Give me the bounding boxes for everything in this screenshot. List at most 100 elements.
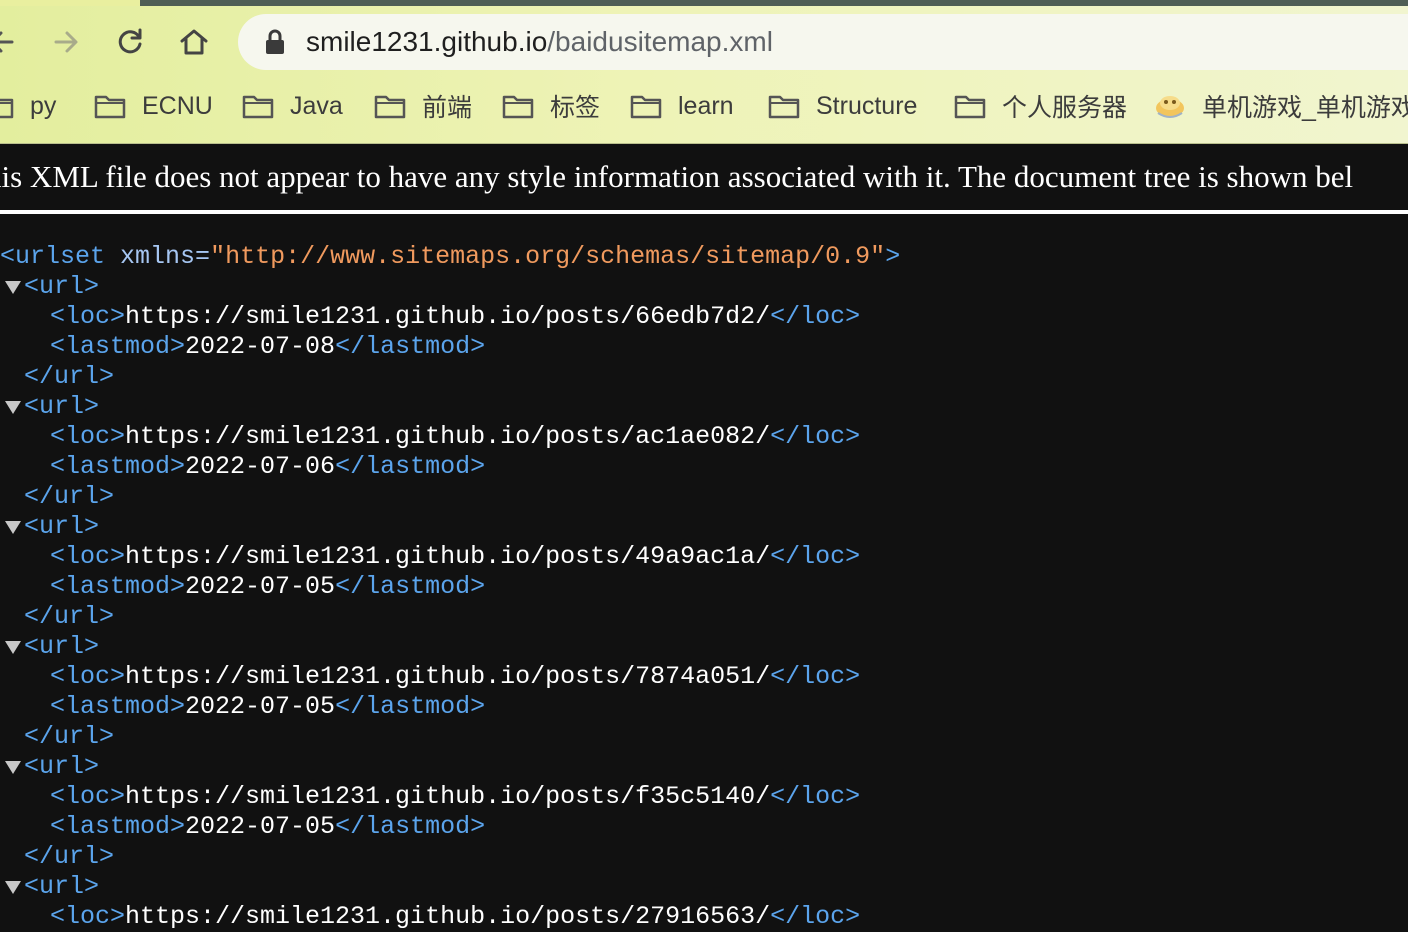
loc-close-tag: </loc> (770, 542, 861, 571)
url-open-tag: <url> (24, 752, 100, 781)
loc-line: <loc>https://smile1231.github.io/posts/a… (0, 422, 1408, 452)
url-close-line: </url> (0, 362, 1408, 392)
lastmod-value: 2022-07-05 (185, 812, 336, 841)
tab-strip (0, 0, 1408, 6)
lastmod-close-tag: </lastmod> (335, 812, 486, 841)
collapse-triangle-icon[interactable] (5, 521, 21, 534)
bookmark-label: 前端 (422, 94, 473, 122)
loc-close-tag: </loc> (770, 662, 861, 691)
home-button[interactable] (172, 20, 216, 64)
loc-close-tag: </loc> (770, 902, 861, 931)
collapse-triangle-icon[interactable] (5, 401, 21, 414)
loc-value: https://smile1231.github.io/posts/7874a0… (125, 662, 771, 691)
folder-icon (242, 95, 274, 119)
loc-close-tag: </loc> (770, 782, 861, 811)
bookmark-label: py (30, 91, 57, 120)
url-close-tag: </url> (24, 602, 115, 631)
url-open-tag: <url> (24, 872, 100, 901)
forward-button[interactable] (44, 20, 88, 64)
lastmod-close-tag: </lastmod> (335, 572, 486, 601)
url-open-tag: <url> (24, 632, 100, 661)
bookmark-folder-java[interactable]: Java (242, 84, 343, 128)
game-site-icon (1156, 96, 1184, 118)
url-open-tag: <url> (24, 272, 100, 301)
lastmod-line: <lastmod>2022-07-06</lastmod> (0, 452, 1408, 482)
bookmark-folder-py[interactable]: py (0, 84, 56, 128)
url-open-tag: <url> (24, 392, 100, 421)
loc-open-tag: <loc> (50, 782, 126, 811)
url-open-line: <url> (0, 272, 1408, 302)
collapse-triangle-icon[interactable] (5, 881, 21, 894)
lastmod-open-tag: <lastmod> (50, 332, 186, 361)
folder-icon (94, 95, 126, 119)
lastmod-close-tag: </lastmod> (335, 452, 486, 481)
collapse-triangle-icon[interactable] (5, 641, 21, 654)
reload-button[interactable] (108, 20, 152, 64)
urlset-open-bracket: > (885, 242, 901, 271)
lastmod-value: 2022-07-06 (185, 452, 336, 481)
url-close-line: </url> (0, 722, 1408, 752)
url-host: smile1231.github.io (306, 26, 548, 57)
url-open-line: <url> (0, 752, 1408, 782)
url-open-tag: <url> (24, 512, 100, 541)
folder-icon (502, 95, 534, 119)
collapse-triangle-icon[interactable] (5, 761, 21, 774)
bookmark-folder-frontend[interactable]: 前端 (374, 84, 472, 128)
loc-line: <loc>https://smile1231.github.io/posts/4… (0, 542, 1408, 572)
notice-divider (0, 210, 1408, 214)
url-text[interactable]: smile1231.github.io/baidusitemap.xml (306, 24, 773, 60)
back-button[interactable] (0, 20, 24, 64)
lastmod-line: <lastmod>2022-07-08</lastmod> (0, 332, 1408, 362)
url-close-line: </url> (0, 482, 1408, 512)
lastmod-open-tag: <lastmod> (50, 572, 186, 601)
lastmod-close-tag: </lastmod> (335, 692, 486, 721)
url-close-tag: </url> (24, 362, 115, 391)
xmlns-value: "http://www.sitemaps.org/schemas/sitemap… (210, 242, 886, 271)
bookmark-label: ECNU (142, 91, 213, 120)
lock-icon[interactable] (264, 29, 286, 55)
xmlns-attribute: xmlns= (105, 242, 211, 271)
lastmod-line: <lastmod>2022-07-05</lastmod> (0, 572, 1408, 602)
lastmod-open-tag: <lastmod> (50, 812, 186, 841)
urlset-open-tag: <urlset (0, 242, 106, 271)
url-close-line: </url> (0, 842, 1408, 872)
xml-document-tree: <urlset xmlns="http://www.sitemaps.org/s… (0, 242, 1408, 932)
loc-value: https://smile1231.github.io/posts/f35c51… (125, 782, 771, 811)
bookmark-label: 单机游戏_单机游戏 (1202, 94, 1408, 122)
url-open-line: <url> (0, 392, 1408, 422)
bookmark-game-site[interactable]: 单机游戏_单机游戏 (1154, 84, 1408, 128)
bookmark-label: 个人服务器 (1002, 94, 1128, 122)
lastmod-line: <lastmod>2022-07-05</lastmod> (0, 812, 1408, 842)
lastmod-open-tag: <lastmod> (50, 452, 186, 481)
bookmark-label: 标签 (550, 94, 601, 122)
active-tab-edge[interactable] (0, 0, 140, 6)
collapse-triangle-icon[interactable] (5, 281, 21, 294)
loc-value: https://smile1231.github.io/posts/66edb7… (125, 302, 771, 331)
url-path: /baidusitemap.xml (547, 26, 773, 57)
back-arrow-icon (0, 31, 14, 53)
loc-close-tag: </loc> (770, 422, 861, 451)
bookmark-folder-tags[interactable]: 标签 (502, 84, 600, 128)
loc-open-tag: <loc> (50, 662, 126, 691)
loc-open-tag: <loc> (50, 542, 126, 571)
folder-icon (374, 95, 406, 119)
url-close-tag: </url> (24, 482, 115, 511)
url-open-line: <url> (0, 512, 1408, 542)
urlset-open-line: <urlset xmlns="http://www.sitemaps.org/s… (0, 242, 1408, 272)
loc-value: https://smile1231.github.io/posts/279165… (125, 902, 771, 931)
browser-toolbar: smile1231.github.io/baidusitemap.xml py … (0, 0, 1408, 144)
url-close-line: </url> (0, 602, 1408, 632)
bookmark-folder-personal-server[interactable]: 个人服务器 (954, 84, 1127, 128)
bookmark-label: Java (290, 91, 343, 120)
url-close-tag: </url> (24, 842, 115, 871)
lastmod-value: 2022-07-08 (185, 332, 336, 361)
bookmark-label: learn (678, 91, 734, 120)
loc-open-tag: <loc> (50, 302, 126, 331)
xml-style-notice: his XML file does not appear to have any… (0, 144, 1408, 210)
loc-open-tag: <loc> (50, 902, 126, 931)
bookmark-folder-structure[interactable]: Structure (768, 84, 917, 128)
lastmod-value: 2022-07-05 (185, 692, 336, 721)
bookmark-folder-learn[interactable]: learn (630, 84, 734, 128)
bookmark-folder-ecnu[interactable]: ECNU (94, 84, 213, 128)
lastmod-value: 2022-07-05 (185, 572, 336, 601)
